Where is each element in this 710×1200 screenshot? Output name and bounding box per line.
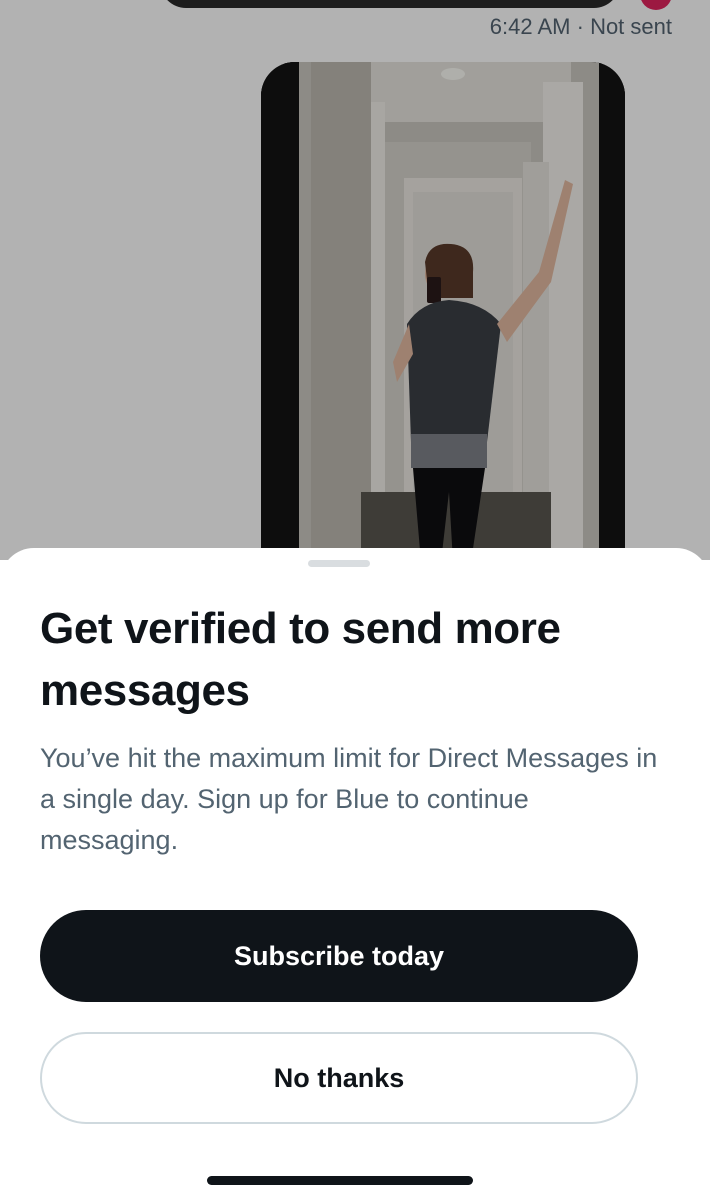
modal-backdrop[interactable]: [0, 0, 710, 560]
no-thanks-button[interactable]: No thanks: [40, 1032, 638, 1124]
no-thanks-label: No thanks: [273, 1062, 405, 1093]
sheet-title: Get verified to send more messages: [40, 604, 561, 715]
sheet-drag-handle[interactable]: [308, 560, 370, 567]
subscribe-today-button[interactable]: Subscribe today: [40, 910, 638, 1002]
sheet-description: You’ve hit the maximum limit for Direct …: [40, 743, 658, 855]
home-indicator[interactable]: [207, 1176, 473, 1185]
conversation-area: 6:42 AM · Not sent: [0, 0, 710, 622]
subscribe-today-label: Subscribe today: [233, 940, 445, 971]
verification-sheet: Get verified to send more messages You’v…: [0, 548, 710, 1200]
dm-screen: 6:42 AM · Not sent Get verified to send …: [0, 0, 710, 1200]
